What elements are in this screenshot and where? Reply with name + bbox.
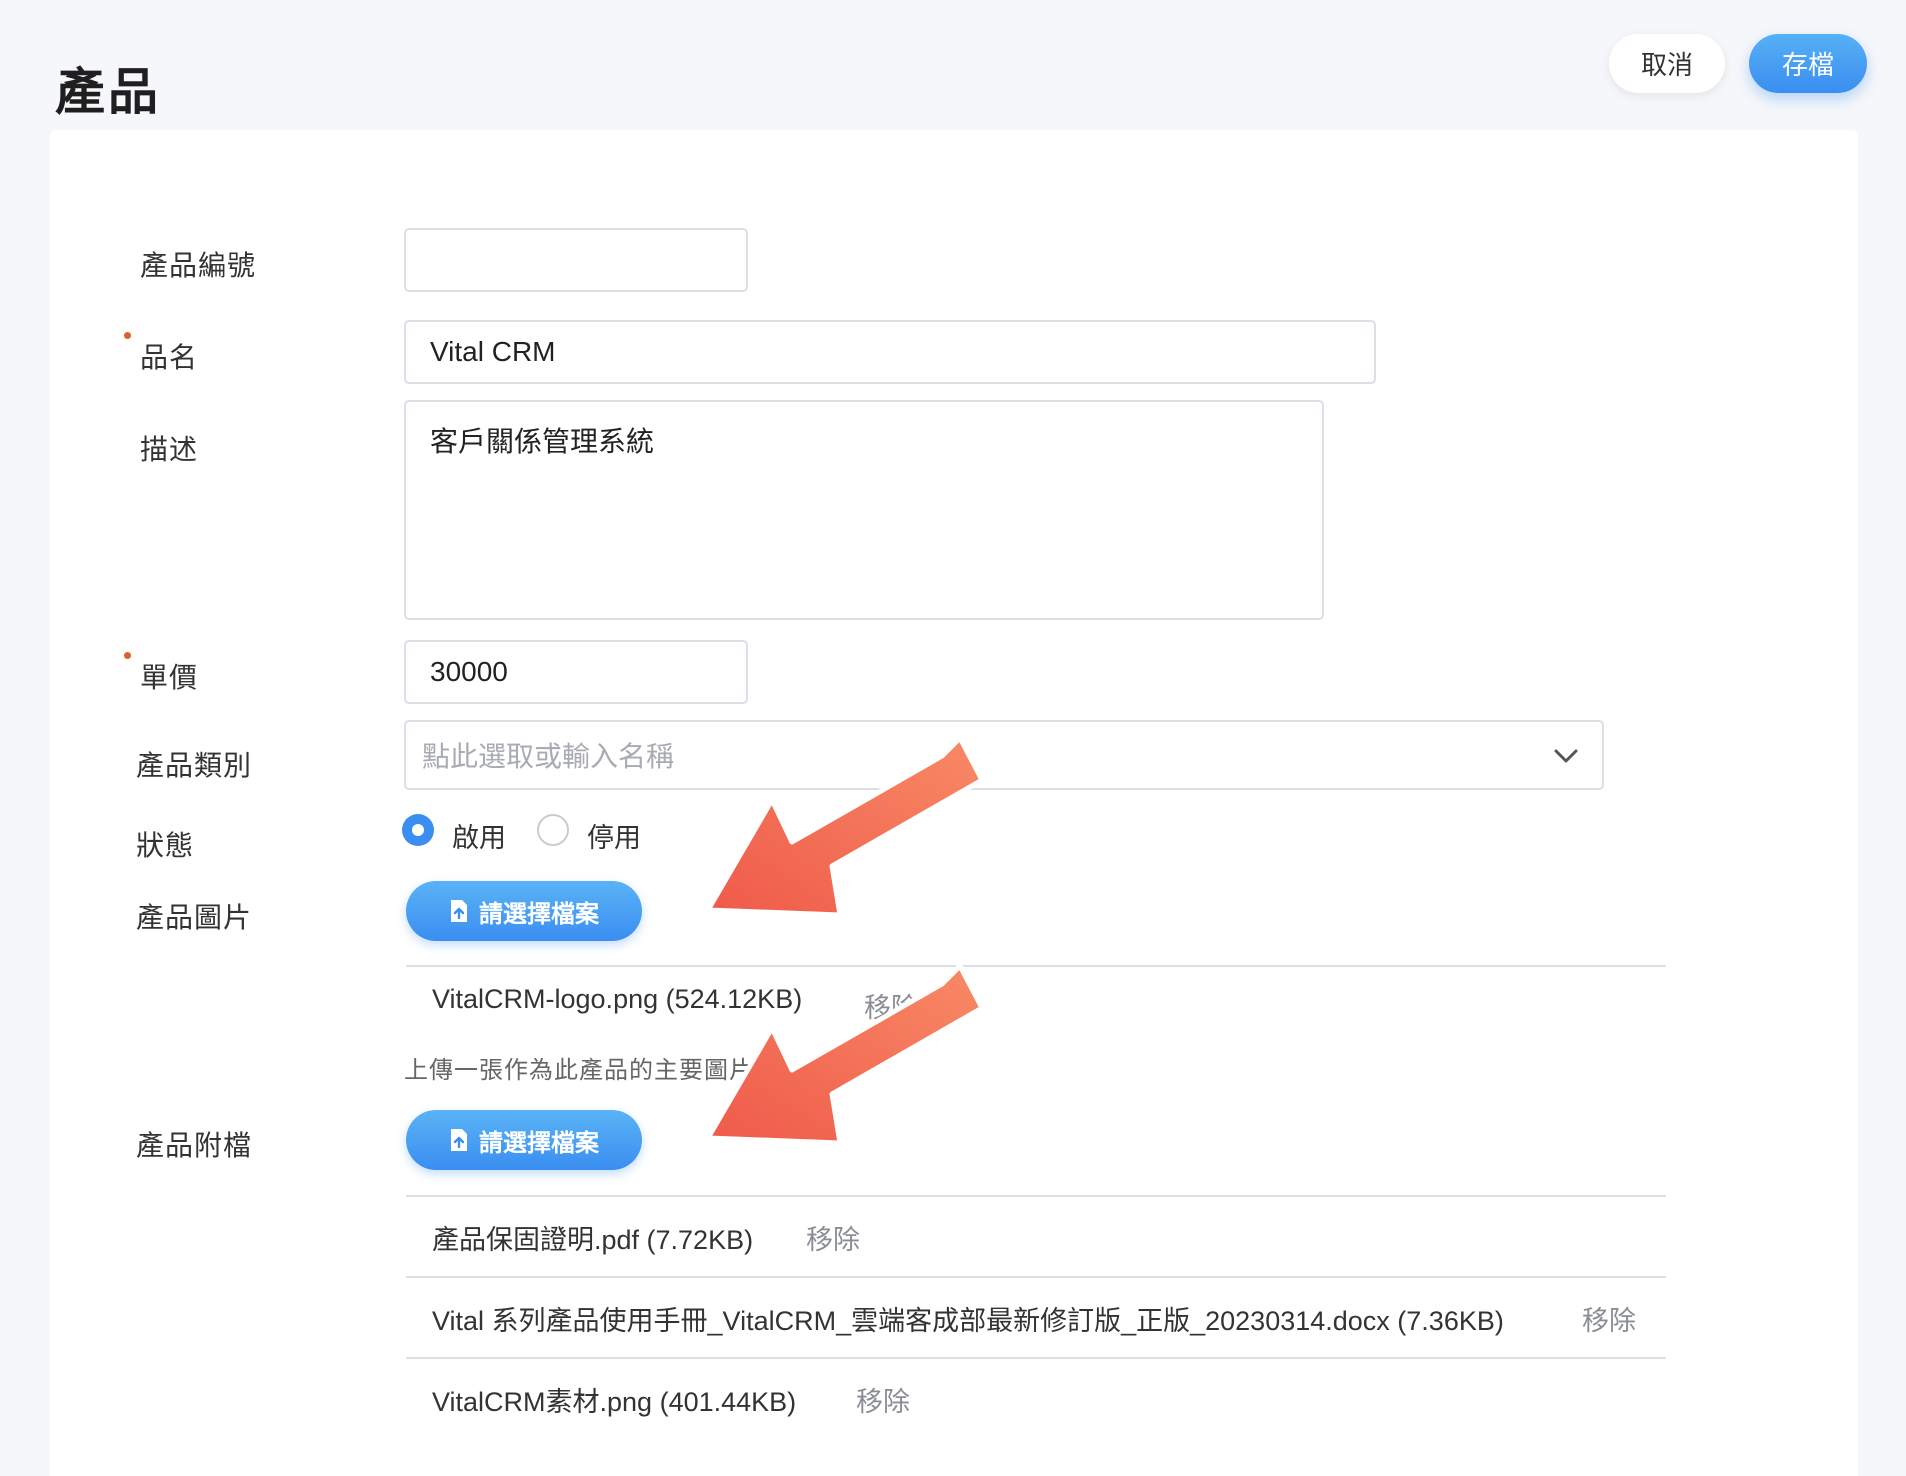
remove-attachment-link[interactable]: 移除 <box>1582 1299 1636 1338</box>
attachments-upload-button[interactable]: 請選擇檔案 <box>406 1110 642 1170</box>
file-upload-icon <box>451 900 467 922</box>
unit-price-input[interactable]: 30000 <box>404 640 748 704</box>
product-code-label: 產品編號 <box>140 250 257 281</box>
attachments-label: 產品附檔 <box>136 1130 253 1161</box>
status-disabled-radio[interactable] <box>537 814 569 846</box>
file-upload-icon <box>451 1129 467 1151</box>
required-indicator <box>124 652 131 659</box>
cancel-button[interactable]: 取消 <box>1609 34 1725 93</box>
category-placeholder: 點此選取或輸入名稱 <box>422 741 675 772</box>
status-enabled-radio[interactable] <box>402 814 434 846</box>
required-indicator <box>124 332 131 339</box>
product-name-input[interactable]: Vital CRM <box>404 320 1376 384</box>
product-code-input[interactable] <box>404 228 748 292</box>
divider <box>406 1195 1666 1197</box>
divider <box>406 965 1666 967</box>
category-label: 產品類別 <box>136 750 253 781</box>
upload-button-label: 請選擇檔案 <box>479 1129 599 1157</box>
status-enabled-label[interactable]: 啟用 <box>452 816 506 855</box>
product-image-upload-button[interactable]: 請選擇檔案 <box>406 881 642 941</box>
divider <box>406 1276 1666 1278</box>
attachment-file-name: 產品保固證明.pdf (7.72KB) <box>432 1225 754 1255</box>
product-image-label: 產品圖片 <box>136 902 253 933</box>
status-disabled-label[interactable]: 停用 <box>587 816 641 855</box>
remove-attachment-link[interactable]: 移除 <box>806 1218 860 1257</box>
upload-button-label: 請選擇檔案 <box>479 900 599 928</box>
annotation-arrow-icon <box>705 963 985 1146</box>
product-name-label: 品名 <box>140 342 199 373</box>
unit-price-label: 單價 <box>140 662 199 693</box>
description-label: 描述 <box>140 434 199 465</box>
save-button[interactable]: 存檔 <box>1749 34 1867 93</box>
status-label: 狀態 <box>136 830 195 861</box>
remove-attachment-link[interactable]: 移除 <box>856 1380 910 1419</box>
attachment-file-name: Vital 系列產品使用手冊_VitalCRM_雲端客成部最新修訂版_正版_20… <box>432 1306 1504 1336</box>
attachment-file-name: VitalCRM素材.png (401.44KB) <box>432 1387 797 1417</box>
page-title: 產品 <box>55 64 161 120</box>
chevron-down-icon[interactable] <box>1552 742 1580 770</box>
divider <box>406 1357 1666 1359</box>
description-textarea[interactable]: 客戶關係管理系統 <box>404 400 1324 620</box>
annotation-arrow-icon <box>705 735 985 918</box>
category-select[interactable]: 點此選取或輸入名稱 <box>404 720 1604 790</box>
